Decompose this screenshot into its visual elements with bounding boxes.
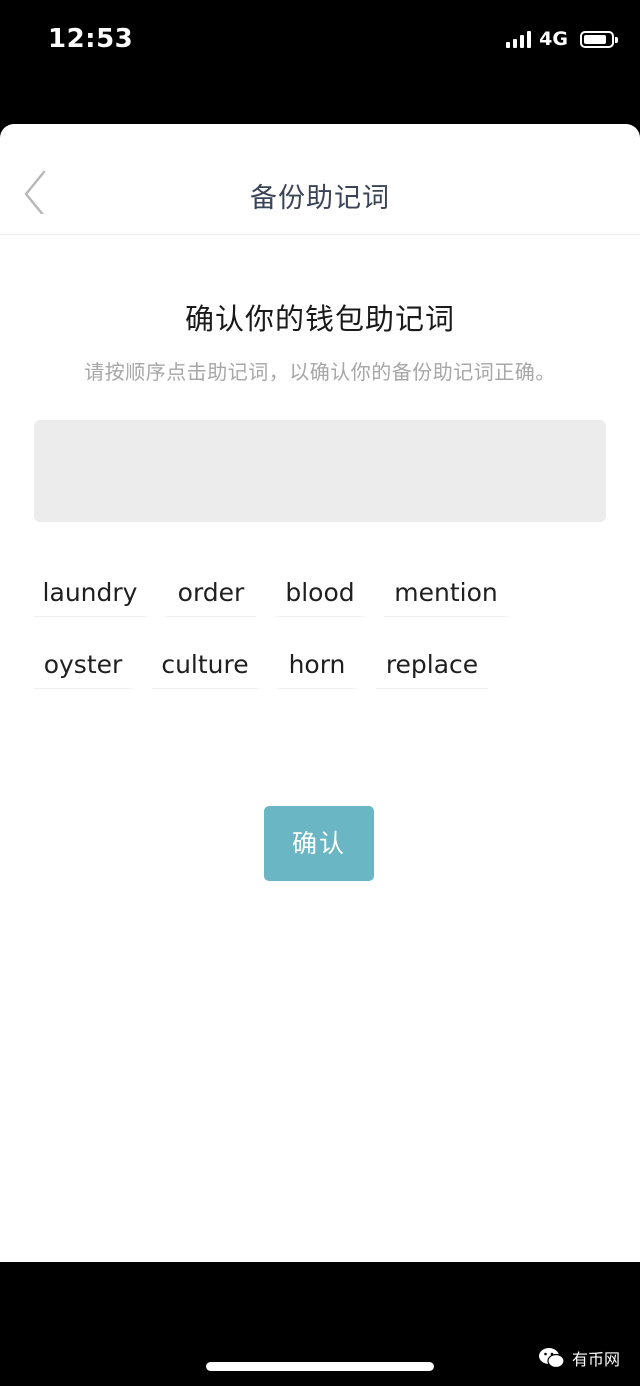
word-chip[interactable]: laundry <box>34 570 146 617</box>
selected-words-area[interactable] <box>34 420 606 522</box>
home-indicator[interactable] <box>206 1362 434 1371</box>
confirm-button[interactable]: 确认 <box>264 806 374 881</box>
network-type: 4G <box>539 28 568 50</box>
wechat-icon <box>539 1348 565 1369</box>
page-title: 备份助记词 <box>250 183 390 214</box>
word-chip[interactable]: blood <box>276 570 364 617</box>
status-indicators: 4G <box>506 27 618 51</box>
word-chip[interactable]: culture <box>152 642 258 689</box>
battery-icon <box>580 30 618 48</box>
nav-bar: 备份助记词 <box>0 124 640 235</box>
backup-sheet: 备份助记词 确认你的钱包助记词 请按顺序点击助记词，以确认你的备份助记词正确。 … <box>0 124 640 1262</box>
word-chip[interactable]: oyster <box>34 642 132 689</box>
watermark: 有币网 <box>538 1346 620 1370</box>
word-chip[interactable]: order <box>166 570 256 617</box>
word-chip[interactable]: mention <box>384 570 508 617</box>
status-bar: 12:53 4G <box>0 0 640 80</box>
confirm-heading: 确认你的钱包助记词 <box>184 302 455 336</box>
word-chip[interactable]: replace <box>376 642 488 689</box>
status-time: 12:53 <box>48 24 134 54</box>
signal-icon <box>506 30 532 48</box>
instruction-text: 请按顺序点击助记词，以确认你的备份助记词正确。 <box>84 360 556 384</box>
word-chip[interactable]: horn <box>278 642 356 689</box>
watermark-text: 有币网 <box>572 1350 621 1369</box>
